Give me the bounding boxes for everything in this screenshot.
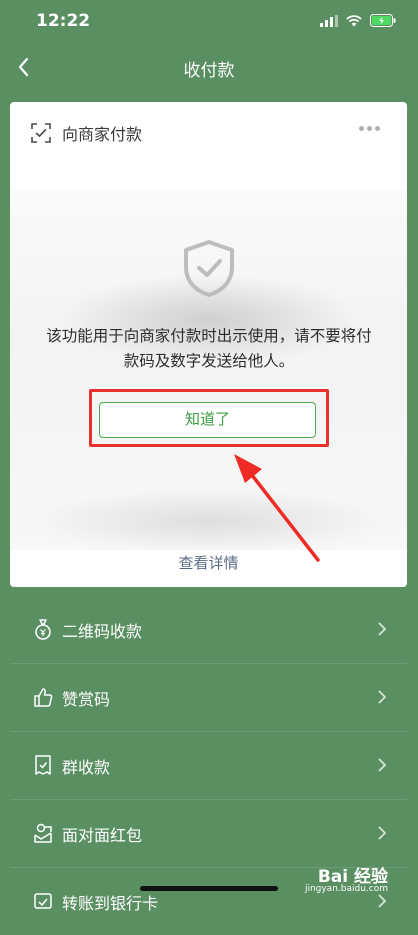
menu-item-qr-receive[interactable]: 二维码收款 xyxy=(10,596,407,664)
status-time: 12:22 xyxy=(36,11,91,31)
card-header: 向商家付款 xyxy=(10,102,407,162)
thumbs-up-icon xyxy=(34,688,53,707)
group-bill-icon xyxy=(35,755,51,775)
battery-charging-icon xyxy=(370,14,396,27)
menu-item-group-collection[interactable]: 群收款 xyxy=(10,732,407,800)
home-indicator xyxy=(140,886,278,891)
security-notice: 该功能用于向商家付款时出示使用，请不要将付款码及数字发送给他人。 xyxy=(46,327,372,370)
menu-item-label: 群收款 xyxy=(62,758,111,777)
view-details-link[interactable]: 查看详情 xyxy=(10,552,407,573)
chevron-right-icon xyxy=(378,690,387,704)
bank-card-icon xyxy=(34,893,52,909)
chevron-right-icon xyxy=(378,758,387,772)
watermark-url: jingyan.baidu.com xyxy=(304,884,388,894)
status-bar: 12:22 xyxy=(0,0,418,44)
chevron-right-icon xyxy=(378,622,387,636)
page-title: 收付款 xyxy=(183,61,235,81)
red-packet-icon xyxy=(34,823,52,843)
card-header-title: 向商家付款 xyxy=(62,125,143,144)
wifi-icon xyxy=(346,14,362,26)
signal-icon xyxy=(320,14,338,27)
nav-bar: 收付款 xyxy=(0,44,418,90)
menu-item-appreciation-code[interactable]: 赞赏码 xyxy=(10,664,407,732)
money-bag-icon xyxy=(35,619,51,640)
chevron-right-icon xyxy=(378,826,387,840)
menu-item-label: 面对面红包 xyxy=(62,826,143,845)
status-icons xyxy=(320,14,396,27)
baidu-watermark: Bai 经验 jingyan.baidu.com xyxy=(278,862,388,898)
menu-item-label: 赞赏码 xyxy=(62,690,111,709)
shield-check-icon xyxy=(184,240,234,297)
menu-item-face-to-face-red-packet[interactable]: 面对面红包 xyxy=(10,800,407,868)
scan-icon xyxy=(31,123,51,143)
more-options-icon[interactable] xyxy=(359,126,380,131)
merchant-pay-card: 向商家付款 该功能用于向商家付款时出示使用，请不要将付款码及数字发送给他人。 知… xyxy=(10,102,407,587)
menu-item-label: 二维码收款 xyxy=(62,622,143,641)
menu-item-label: 转账到银行卡 xyxy=(62,894,159,913)
red-highlight-box xyxy=(89,389,329,447)
